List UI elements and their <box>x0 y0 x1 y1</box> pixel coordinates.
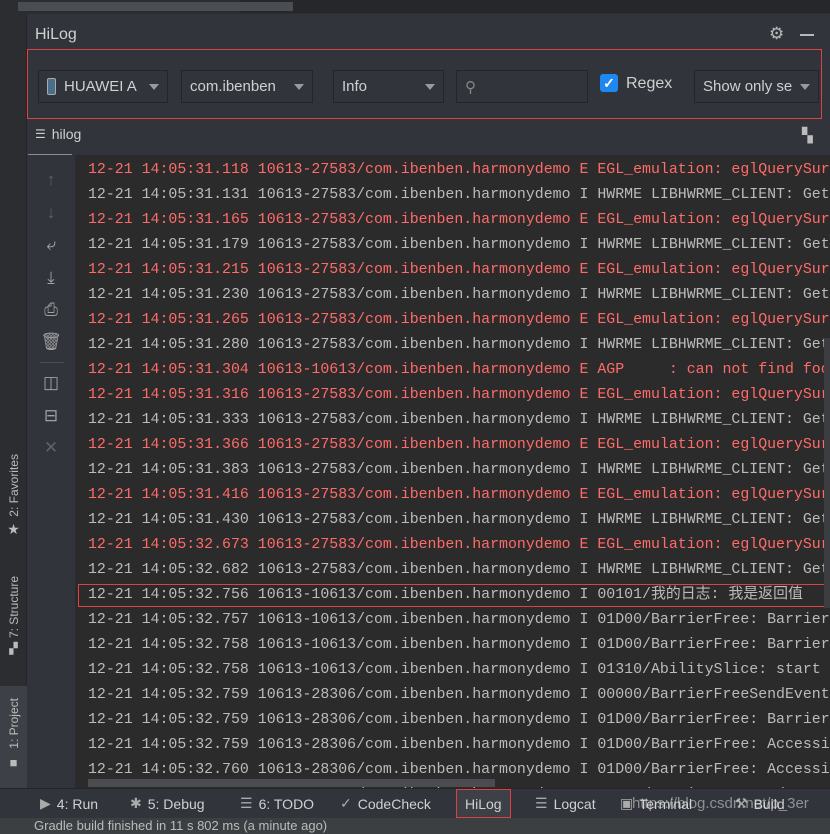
gear-icon[interactable]: ⚙ <box>769 24 784 44</box>
bottom-tab-label: 5: Debug <box>147 795 205 812</box>
split-vertical-icon[interactable]: ◫ <box>27 373 75 393</box>
soft-wrap-icon[interactable]: ⤶ <box>27 235 75 255</box>
log-row: 12-21 14:05:31.179 10613-27583/com.ibenb… <box>88 237 830 253</box>
chevron-down-icon <box>425 84 435 90</box>
bottom-tab-label: 6: TODO <box>258 795 315 812</box>
watermark: https://blog.csdn.net/p_3er <box>632 795 809 812</box>
bottom-tab-label: HiLog <box>465 795 502 812</box>
search-input[interactable]: ⚲ <box>456 70 588 103</box>
status-text: Gradle build finished in 11 s 802 ms (a … <box>34 818 328 833</box>
close-icon[interactable]: ✕ <box>27 438 75 458</box>
log-row: 12-21 14:05:31.265 10613-27583/com.ibenb… <box>88 312 830 328</box>
log-row: 12-21 14:05:31.165 10613-27583/com.ibenb… <box>88 212 830 228</box>
log-row: 12-21 14:05:31.118 10613-27583/com.ibenb… <box>88 162 830 178</box>
log-row: 12-21 14:05:32.759 10613-28306/com.ibenb… <box>88 737 830 753</box>
structure-icon: ▞ <box>9 643 18 656</box>
horizontal-scrollbar-top[interactable] <box>18 2 293 11</box>
log-lines-icon: ☰ <box>35 127 46 141</box>
chevron-down-icon <box>149 84 159 90</box>
log-row: 12-21 14:05:32.759 10613-28306/com.ibenb… <box>88 712 830 728</box>
layout-icon[interactable]: ▚ <box>802 127 813 144</box>
highlight-box <box>78 584 827 607</box>
scope-select[interactable]: Show only se <box>694 70 819 103</box>
bottom-tab-todo[interactable]: ☰ 6: TODO <box>240 789 314 818</box>
log-row: 12-21 14:05:32.759 10613-28306/com.ibenb… <box>88 687 830 703</box>
folder-icon: ■ <box>9 754 18 770</box>
tab-favorites[interactable]: 2: Favorites ★ <box>0 454 27 538</box>
log-row: 12-21 14:05:31.430 10613-27583/com.ibenb… <box>88 512 830 528</box>
log-row: 12-21 14:05:31.366 10613-27583/com.ibenb… <box>88 437 830 453</box>
process-select[interactable]: com.ibenben <box>181 70 313 103</box>
phone-icon <box>47 78 56 95</box>
vertical-scrollbar[interactable] <box>824 338 830 608</box>
log-row: 12-21 14:05:32.758 10613-10613/com.ibenb… <box>88 637 830 653</box>
log-level-select[interactable]: Info <box>333 70 444 103</box>
device-select[interactable]: HUAWEI A <box>38 70 168 103</box>
search-icon: ⚲ <box>465 78 476 96</box>
bottom-tab-label: Logcat <box>553 795 596 812</box>
star-icon: ★ <box>7 520 20 537</box>
filter-toolbar: HUAWEI A com.ibenben Info ⚲ ✓ Regex Show… <box>27 49 822 119</box>
regex-label: Regex <box>626 75 673 92</box>
log-row: 12-21 14:05:31.383 10613-27583/com.ibenb… <box>88 462 830 478</box>
split-horizontal-icon[interactable]: ⊟ <box>27 406 75 426</box>
run-icon: ▶ <box>40 795 51 811</box>
bottom-tab-debug[interactable]: ✱ 5: Debug <box>130 789 205 818</box>
arrow-down-icon[interactable]: ↓ <box>27 203 75 223</box>
print-icon[interactable]: ⎙ <box>27 300 75 320</box>
log-row: 12-21 14:05:32.673 10613-27583/com.ibenb… <box>88 537 830 553</box>
log-row: 12-21 14:05:31.131 10613-27583/com.ibenb… <box>88 187 830 203</box>
log-output[interactable]: 12-21 14:05:32.760 10613-28306/com.ibenb… <box>75 155 830 788</box>
log-toolbar: ↑ ↓ ⤶ ⤓ ⎙ 🗑 ◫ ⊟ ✕ <box>27 155 75 788</box>
toolbar-divider <box>40 362 64 363</box>
tab-hilog[interactable]: ☰ hilog <box>35 126 81 142</box>
editor-area-edge <box>240 0 830 13</box>
bottom-tab-codecheck[interactable]: ✓ CodeCheck <box>340 789 431 818</box>
log-row: 12-21 14:05:31.280 10613-27583/com.ibenb… <box>88 337 830 353</box>
logcat-icon: ☰ <box>535 795 548 811</box>
bug-icon: ✱ <box>130 795 142 811</box>
bottom-tab-logcat[interactable]: ☰ Logcat <box>535 789 596 818</box>
bottom-tab-label: CodeCheck <box>357 795 431 812</box>
log-row: 12-21 14:05:31.416 10613-27583/com.ibenb… <box>88 487 830 503</box>
codecheck-icon: ✓ <box>340 795 352 811</box>
log-row: 12-21 14:05:31.333 10613-27583/com.ibenb… <box>88 412 830 428</box>
log-row: 12-21 14:05:31.230 10613-27583/com.ibenb… <box>88 287 830 303</box>
regex-checkbox[interactable]: ✓ <box>600 74 618 92</box>
left-tool-strip: 2: Favorites ★ 7: Structure ▞ 1: Project… <box>0 14 27 788</box>
horizontal-scrollbar[interactable] <box>88 779 495 787</box>
panel-title: HiLog <box>35 26 77 43</box>
scroll-to-end-icon[interactable]: ⤓ <box>27 268 75 288</box>
list-icon: ☰ <box>240 795 253 811</box>
log-row: 12-21 14:05:31.316 10613-27583/com.ibenb… <box>88 387 830 403</box>
log-row: 12-21 14:05:32.758 10613-10613/com.ibenb… <box>88 662 821 678</box>
log-row: 12-21 14:05:31.215 10613-27583/com.ibenb… <box>88 262 830 278</box>
log-row: 12-21 14:05:32.682 10613-27583/com.ibenb… <box>88 562 830 578</box>
tab-project[interactable]: 1: Project ■ <box>0 686 27 788</box>
minimize-icon[interactable] <box>800 34 814 36</box>
arrow-up-icon[interactable]: ↑ <box>27 170 75 190</box>
bottom-tab-hilog[interactable]: HiLog <box>456 789 511 818</box>
chevron-down-icon <box>800 84 810 90</box>
chevron-down-icon <box>294 84 304 90</box>
log-row: 12-21 14:05:32.757 10613-10613/com.ibenb… <box>88 612 830 628</box>
trash-icon[interactable]: 🗑 <box>27 332 75 352</box>
log-row: 12-21 14:05:31.304 10613-10613/com.ibenb… <box>88 362 830 378</box>
bottom-tab-label: 4: Run <box>56 795 99 812</box>
tab-structure[interactable]: 7: Structure ▞ <box>0 576 27 655</box>
status-bar: Gradle build finished in 11 s 802 ms (a … <box>0 818 830 834</box>
bottom-tab-run[interactable]: ▶ 4: Run <box>40 789 98 818</box>
